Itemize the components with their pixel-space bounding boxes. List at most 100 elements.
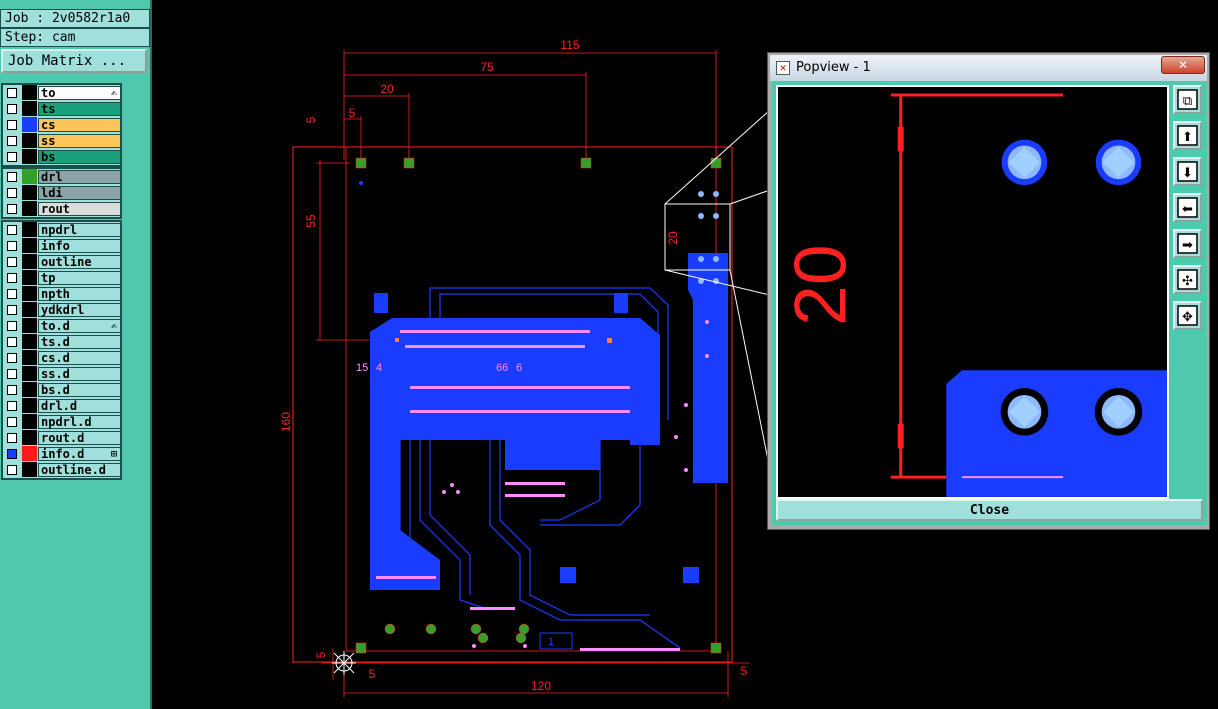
layer-checkbox[interactable] [7,152,17,162]
layer-name-label[interactable]: ldi [38,186,121,200]
layer-checkbox[interactable] [7,417,17,427]
layer-name-label[interactable]: bs [38,150,121,164]
layer-row-drl[interactable]: drl [3,169,121,185]
layer-row-tp[interactable]: tp [3,270,121,286]
layer-row-ss-d[interactable]: ss.d [3,366,121,382]
layer-name-label[interactable]: npth [38,287,121,301]
layer-checkbox[interactable] [7,188,17,198]
layer-checkbox[interactable] [7,241,17,251]
layer-color-swatch[interactable] [22,101,37,116]
layer-name-label[interactable]: rout [38,202,121,216]
layer-color-swatch[interactable] [22,185,37,200]
popview-titlebar[interactable]: ✕ Popview - 1 ✕ [770,55,1207,81]
layer-name-label[interactable]: info.d ⊞ [38,447,121,461]
layer-color-swatch[interactable] [22,446,37,461]
pan-right-icon[interactable]: ➡ [1173,229,1202,258]
layer-checkbox[interactable] [7,204,17,214]
layer-name-label[interactable]: ss.d [38,367,121,381]
layer-name-label[interactable]: ydkdrl [38,303,121,317]
layer-checkbox[interactable] [7,257,17,267]
layer-row-ldi[interactable]: ldi [3,185,121,201]
layer-color-swatch[interactable] [22,414,37,429]
layer-color-swatch[interactable] [22,334,37,349]
layer-name-label[interactable]: npdrl [38,223,121,237]
pan-up-icon[interactable]: ⬆ [1173,121,1202,150]
layer-name-label[interactable]: tp [38,271,121,285]
layer-checkbox[interactable] [7,172,17,182]
layer-row-to-d[interactable]: to.d ✍ [3,318,121,334]
job-matrix-button[interactable]: Job Matrix ... [1,49,147,73]
layer-row-ydkdrl[interactable]: ydkdrl [3,302,121,318]
layer-checkbox[interactable] [7,289,17,299]
layer-name-label[interactable]: to.d ✍ [38,319,121,333]
layer-color-swatch[interactable] [22,302,37,317]
layer-color-swatch[interactable] [22,254,37,269]
layer-name-label[interactable]: ss [38,134,121,148]
layer-name-label[interactable]: drl [38,170,121,184]
layer-name-label[interactable]: bs.d [38,383,121,397]
layer-row-npth[interactable]: npth [3,286,121,302]
layer-checkbox[interactable] [7,120,17,130]
layer-row-npdrl[interactable]: npdrl [3,222,121,238]
layer-row-drl-d[interactable]: drl.d [3,398,121,414]
layer-checkbox[interactable] [7,433,17,443]
layer-name-label[interactable]: cs.d [38,351,121,365]
layer-color-swatch[interactable] [22,133,37,148]
layer-color-swatch[interactable] [22,222,37,237]
layer-checkbox[interactable] [7,88,17,98]
layer-row-cs[interactable]: cs [3,117,121,133]
layer-checkbox[interactable] [7,337,17,347]
popview-close-button[interactable]: Close [776,499,1203,521]
layer-name-label[interactable]: ts [38,102,121,116]
layer-row-outline[interactable]: outline [3,254,121,270]
layer-name-label[interactable]: to ✍ [38,86,121,100]
window-close-button[interactable]: ✕ [1161,56,1205,74]
layer-checkbox[interactable] [7,321,17,331]
layer-row-ts-d[interactable]: ts.d [3,334,121,350]
popview-zoom-view[interactable]: 20 [776,85,1169,499]
layer-color-swatch[interactable] [22,169,37,184]
layer-color-swatch[interactable] [22,85,37,100]
layer-name-label[interactable]: rout.d [38,431,121,445]
layer-row-npdrl-d[interactable]: npdrl.d [3,414,121,430]
layer-row-cs-d[interactable]: cs.d [3,350,121,366]
layer-row-rout[interactable]: rout [3,201,121,217]
layer-name-label[interactable]: cs [38,118,121,132]
zoom-out-icon[interactable]: ✥ [1173,301,1202,330]
layer-color-swatch[interactable] [22,430,37,445]
layer-checkbox[interactable] [7,369,17,379]
layer-checkbox[interactable] [7,225,17,235]
layer-checkbox[interactable] [7,104,17,114]
layer-checkbox[interactable] [7,401,17,411]
layer-row-outline-d[interactable]: outline.d [3,462,121,478]
layer-checkbox[interactable] [7,305,17,315]
layer-color-swatch[interactable] [22,201,37,216]
layer-name-label[interactable]: drl.d [38,399,121,413]
layer-name-label[interactable]: outline [38,255,121,269]
layer-color-swatch[interactable] [22,382,37,397]
pan-down-icon[interactable]: ⬇ [1173,157,1202,186]
layer-name-label[interactable]: outline.d [38,463,121,477]
layer-color-swatch[interactable] [22,366,37,381]
layer-checkbox[interactable] [7,273,17,283]
layer-color-swatch[interactable] [22,238,37,253]
layer-checkbox[interactable] [7,449,17,459]
layer-name-label[interactable]: info [38,239,121,253]
layer-color-swatch[interactable] [22,286,37,301]
layer-row-info[interactable]: info [3,238,121,254]
layer-name-label[interactable]: ts.d [38,335,121,349]
layer-color-swatch[interactable] [22,398,37,413]
layer-row-to[interactable]: to ✍ [3,85,121,101]
layer-color-swatch[interactable] [22,117,37,132]
layer-row-rout-d[interactable]: rout.d [3,430,121,446]
layer-row-ss[interactable]: ss [3,133,121,149]
fit-view-icon[interactable]: ⧉ [1173,85,1202,114]
layer-color-swatch[interactable] [22,318,37,333]
layer-color-swatch[interactable] [22,462,37,477]
zoom-in-icon[interactable]: ✣ [1173,265,1202,294]
layer-checkbox[interactable] [7,465,17,475]
layer-color-swatch[interactable] [22,270,37,285]
layer-name-label[interactable]: npdrl.d [38,415,121,429]
layer-checkbox[interactable] [7,136,17,146]
layer-checkbox[interactable] [7,353,17,363]
